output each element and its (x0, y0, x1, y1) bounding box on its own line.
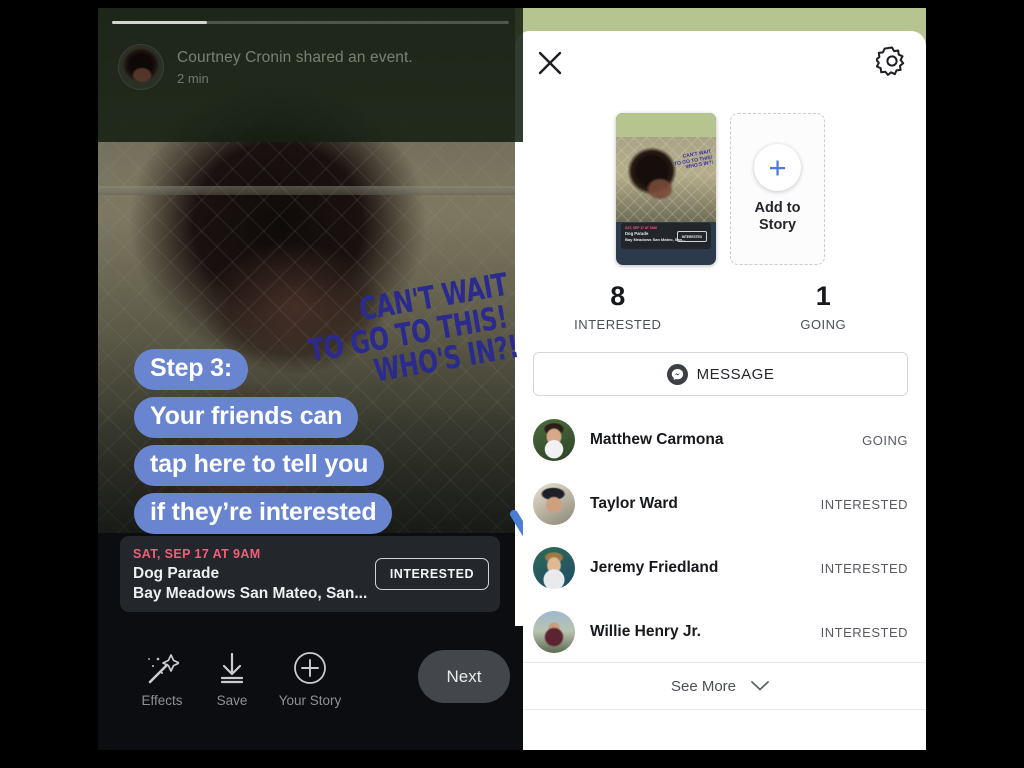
story-progress-fill (112, 21, 208, 24)
status-badge: INTERESTED (820, 560, 908, 576)
caption-stack: Step 3: Your friends can tap here to tel… (134, 349, 393, 541)
see-more-button[interactable]: See More (515, 662, 926, 710)
event-attachment-card[interactable]: SAT, SEP 17 AT 9AM Dog Parade Bay Meadow… (120, 536, 500, 612)
interested-count-number: 8 (610, 281, 626, 311)
download-icon (190, 648, 274, 688)
caption-line: Your friends can (134, 397, 359, 438)
caption-line: Step 3: (134, 349, 248, 390)
next-button[interactable]: Next (418, 650, 510, 703)
poster-name: Courtney Cronin shared an event. (177, 48, 413, 66)
caption-line: tap here to tell you (134, 445, 385, 486)
your-story-label: Your Story (278, 693, 342, 708)
pointing-arrow-icon (510, 510, 523, 537)
friend-response-list: Matthew Carmona GOING Taylor Ward INTERE… (515, 408, 926, 664)
friend-name: Jeremy Friedland (590, 559, 719, 576)
list-item[interactable]: Taylor Ward INTERESTED (515, 472, 926, 536)
save-button[interactable]: Save (190, 648, 274, 708)
going-count-label: GOING (800, 317, 847, 332)
story-composer-panel: Courtney Cronin shared an event. 2 min C… (98, 8, 523, 750)
thumbnail-event-date: SAT, SEP 17 AT 9AM (625, 226, 657, 230)
list-item[interactable]: Matthew Carmona GOING (515, 408, 926, 472)
friend-name: Matthew Carmona (590, 431, 724, 448)
thumbnail-top-band (616, 113, 716, 137)
friend-name: Taylor Ward (590, 495, 678, 512)
screenshot-stage: Courtney Cronin shared an event. 2 min C… (0, 0, 1024, 768)
add-to-story-button[interactable]: + Add to Story (730, 113, 825, 265)
add-to-story-label-line-1: Add to (754, 199, 801, 216)
status-badge: GOING (862, 432, 908, 448)
add-to-story-label: Add to Story (755, 200, 801, 234)
caption-row: Step 3: (134, 349, 392, 397)
status-badge: INTERESTED (820, 496, 908, 512)
plus-icon: + (754, 143, 801, 191)
caption-row: tap here to tell you (134, 445, 392, 493)
your-story-button[interactable]: Your Story (268, 648, 352, 708)
add-to-story-label-line-2: Story (758, 217, 797, 233)
interested-count-column[interactable]: 8 INTERESTED (515, 281, 721, 332)
interested-button[interactable]: INTERESTED (374, 558, 489, 590)
caption-row: if they’re interested (134, 493, 393, 541)
bottom-sheet: CAN'T WAIT TO GO TO THIS! WHO'S IN?! SAT… (515, 31, 926, 750)
story-progress-bar[interactable] (112, 21, 509, 24)
story-poster-row[interactable]: Courtney Cronin shared an event. 2 min (118, 44, 413, 90)
thumbnail-event-card: SAT, SEP 17 AT 9AM Dog Parade Bay Meadow… (621, 223, 711, 249)
avatar (533, 547, 575, 589)
story-thumbnail[interactable]: CAN'T WAIT TO GO TO THIS! WHO'S IN?! SAT… (616, 113, 716, 265)
save-label: Save (216, 693, 248, 708)
messenger-icon (666, 363, 688, 385)
interested-count-label: INTERESTED (574, 317, 662, 332)
composer-toolbar: Effects Save Your Story Next (98, 626, 523, 750)
sheet-header (515, 31, 926, 109)
list-item[interactable]: Willie Henry Jr. INTERESTED (515, 600, 926, 664)
close-icon[interactable] (535, 48, 565, 78)
going-count-column[interactable]: 1 GOING (721, 281, 927, 332)
gear-icon[interactable] (875, 45, 908, 77)
reaction-counts: 8 INTERESTED 1 GOING (515, 281, 926, 332)
message-button[interactable]: MESSAGE (533, 352, 908, 396)
avatar[interactable] (118, 44, 164, 90)
message-button-label: MESSAGE (696, 365, 775, 383)
poster-timestamp: 2 min (177, 70, 209, 86)
caption-line: if they’re interested (134, 493, 393, 534)
friend-name: Willie Henry Jr. (590, 623, 701, 640)
avatar (533, 611, 575, 653)
thumbnail-interested-button: INTERESTED (676, 231, 707, 242)
story-row: CAN'T WAIT TO GO TO THIS! WHO'S IN?! SAT… (515, 113, 926, 265)
caption-row: Your friends can (134, 397, 392, 445)
see-more-label: See More (670, 677, 737, 695)
plus-circle-icon (268, 648, 352, 688)
story-insights-panel: CAN'T WAIT TO GO TO THIS! WHO'S IN?! SAT… (515, 8, 926, 750)
status-badge: INTERESTED (820, 624, 908, 640)
avatar (533, 419, 575, 461)
going-count-number: 1 (815, 281, 831, 311)
chevron-down-icon (751, 681, 769, 691)
avatar (533, 483, 575, 525)
list-item[interactable]: Jeremy Friedland INTERESTED (515, 536, 926, 600)
